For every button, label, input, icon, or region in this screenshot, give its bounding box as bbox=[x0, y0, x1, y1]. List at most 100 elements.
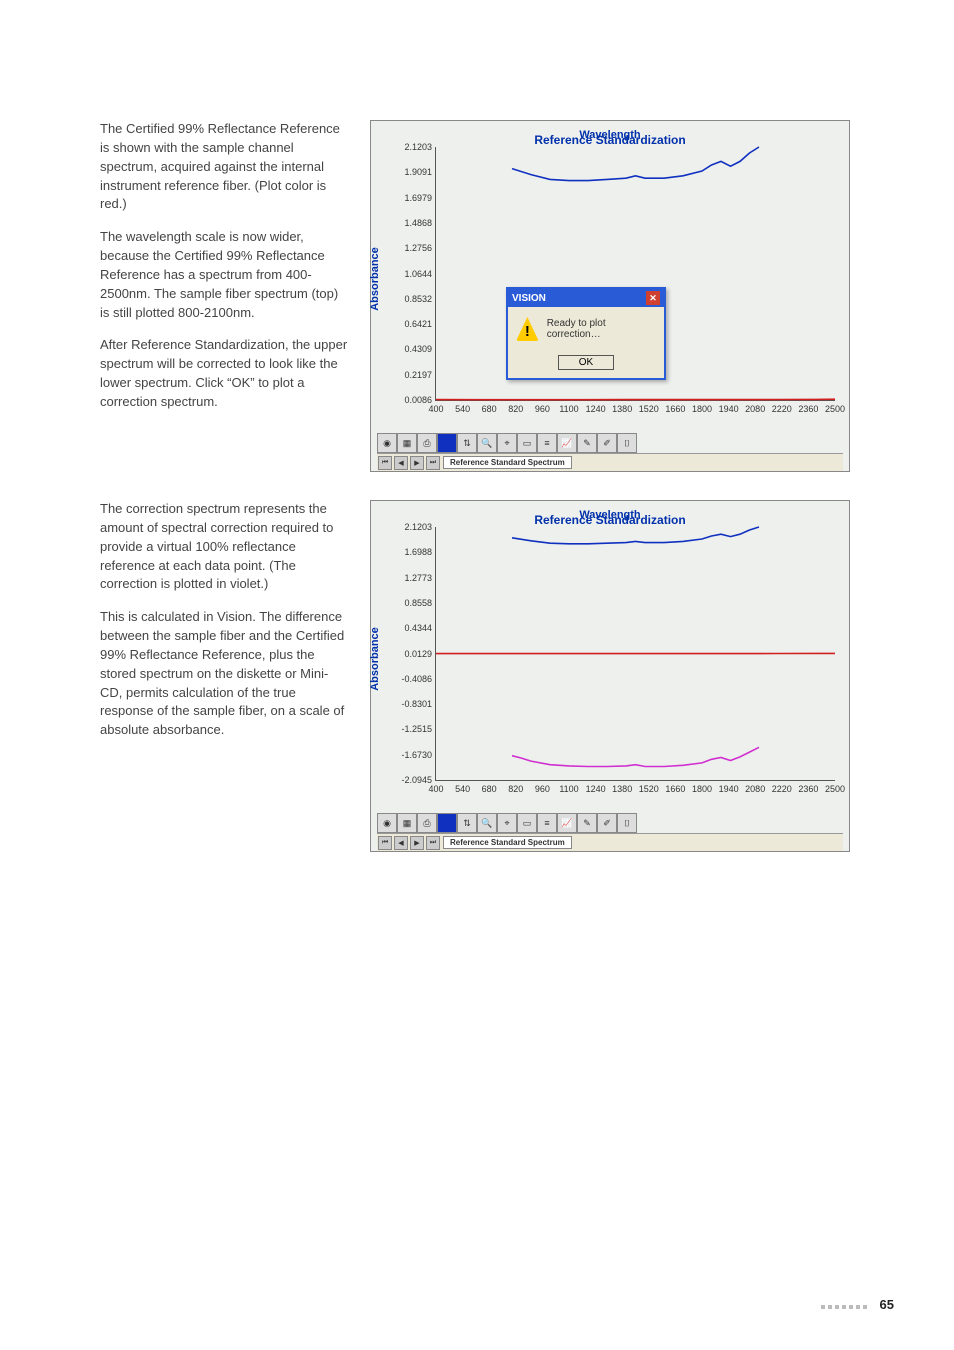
y-tick: 0.8532 bbox=[384, 294, 432, 304]
chart-toolbar: ◉ ▦ ⎙ ⇅ 🔍 ⌖ ▭ ≡ 📈 ✎ ✐ ⌷ bbox=[377, 813, 843, 833]
tab-last-icon[interactable]: ⏭ bbox=[426, 836, 440, 850]
y-tick: 0.4344 bbox=[384, 623, 432, 633]
toolbar-annotate-icon[interactable]: ✐ bbox=[597, 433, 617, 453]
toolbar-list-icon[interactable]: ≡ bbox=[537, 433, 557, 453]
series-correction bbox=[512, 747, 759, 766]
toolbar-grid-icon[interactable]: ▦ bbox=[397, 433, 417, 453]
toolbar-print-icon[interactable]: ⎙ bbox=[417, 813, 437, 833]
toolbar-annotate-icon[interactable]: ✐ bbox=[597, 813, 617, 833]
chart-toolbar: ◉ ▦ ⎙ ⇅ 🔍 ⌖ ▭ ≡ 📈 ✎ ✐ ⌷ bbox=[377, 433, 843, 453]
tab-strip: ⏮ ◀ ▶ ⏭ Reference Standard Spectrum bbox=[377, 833, 843, 851]
toolbar-pointer-icon[interactable]: ⌖ bbox=[497, 813, 517, 833]
x-tick: 1940 bbox=[719, 404, 739, 414]
x-tick: 1100 bbox=[559, 404, 578, 414]
paragraph: This is calculated in Vision. The differ… bbox=[100, 608, 350, 740]
toolbar-eraser-icon[interactable]: ✎ bbox=[577, 813, 597, 833]
x-tick: 1660 bbox=[665, 404, 685, 414]
x-tick: 2220 bbox=[772, 784, 792, 794]
tab-name[interactable]: Reference Standard Spectrum bbox=[443, 836, 572, 849]
x-tick: 2500 bbox=[825, 784, 845, 794]
y-tick: 1.6988 bbox=[384, 547, 432, 557]
x-tick: 960 bbox=[535, 404, 550, 414]
tab-prev-icon[interactable]: ◀ bbox=[394, 456, 408, 470]
paragraph: The correction spectrum represents the a… bbox=[100, 500, 350, 594]
toolbar-stats-icon[interactable]: ⌷ bbox=[617, 813, 637, 833]
x-tick: 2500 bbox=[825, 404, 845, 414]
tab-next-icon[interactable]: ▶ bbox=[410, 456, 424, 470]
x-tick: 960 bbox=[535, 784, 550, 794]
chart-panel-1: Reference Standardization Absorbance VIS… bbox=[370, 120, 850, 472]
toolbar-pointer-icon[interactable]: ⌖ bbox=[497, 433, 517, 453]
x-tick: 1520 bbox=[639, 784, 659, 794]
paragraph: The Certified 99% Reflectance Reference … bbox=[100, 120, 350, 214]
dialog-title-text: VISION bbox=[512, 293, 546, 304]
y-tick: 0.8558 bbox=[384, 598, 432, 608]
x-tick: 2360 bbox=[798, 404, 818, 414]
plot-area: 2.12031.69881.27730.85580.43440.0129-0.4… bbox=[435, 527, 835, 781]
y-tick: -1.2515 bbox=[384, 724, 432, 734]
toolbar-select-icon[interactable]: ▭ bbox=[517, 813, 537, 833]
tab-prev-icon[interactable]: ◀ bbox=[394, 836, 408, 850]
tab-first-icon[interactable]: ⏮ bbox=[378, 456, 392, 470]
toolbar-spectrum-icon[interactable]: ◉ bbox=[377, 433, 397, 453]
page-number: 65 bbox=[880, 1297, 894, 1312]
toolbar-chart-icon[interactable]: 📈 bbox=[557, 813, 577, 833]
x-tick: 540 bbox=[455, 784, 470, 794]
series-sample-fiber bbox=[512, 527, 759, 544]
x-tick: 680 bbox=[482, 784, 497, 794]
page-footer: 65 bbox=[821, 1297, 894, 1312]
y-tick: 0.6421 bbox=[384, 319, 432, 329]
y-tick: 1.2773 bbox=[384, 573, 432, 583]
series-reflectance-reference bbox=[436, 399, 835, 400]
y-tick: 1.2756 bbox=[384, 243, 432, 253]
tab-first-icon[interactable]: ⏮ bbox=[378, 836, 392, 850]
tab-last-icon[interactable]: ⏭ bbox=[426, 456, 440, 470]
tab-next-icon[interactable]: ▶ bbox=[410, 836, 424, 850]
plot-area: VISION ✕ ! Ready to plot correction… OK bbox=[435, 147, 835, 401]
x-tick: 1100 bbox=[559, 784, 578, 794]
toolbar-color-icon[interactable] bbox=[437, 813, 457, 833]
y-tick: 0.4309 bbox=[384, 344, 432, 354]
toolbar-zoom-icon[interactable]: 🔍 bbox=[477, 813, 497, 833]
toolbar-arrows-icon[interactable]: ⇅ bbox=[457, 433, 477, 453]
warning-icon: ! bbox=[516, 317, 539, 341]
x-tick: 2080 bbox=[745, 404, 765, 414]
paragraph: The wavelength scale is now wider, becau… bbox=[100, 228, 350, 322]
y-tick: 2.1203 bbox=[384, 522, 432, 532]
toolbar-spectrum-icon[interactable]: ◉ bbox=[377, 813, 397, 833]
toolbar-grid-icon[interactable]: ▦ bbox=[397, 813, 417, 833]
toolbar-arrows-icon[interactable]: ⇅ bbox=[457, 813, 477, 833]
tab-name[interactable]: Reference Standard Spectrum bbox=[443, 456, 572, 469]
x-tick: 1240 bbox=[586, 784, 606, 794]
x-tick: 400 bbox=[428, 784, 443, 794]
y-tick: 0.2197 bbox=[384, 370, 432, 380]
x-tick: 2360 bbox=[798, 784, 818, 794]
chart-panel-2: Reference Standardization Absorbance 2.1… bbox=[370, 500, 850, 852]
footer-dots-icon bbox=[821, 1298, 870, 1312]
y-tick: 0.0129 bbox=[384, 649, 432, 659]
x-tick: 1660 bbox=[665, 784, 685, 794]
y-tick: 1.0644 bbox=[384, 269, 432, 279]
toolbar-eraser-icon[interactable]: ✎ bbox=[577, 433, 597, 453]
toolbar-list-icon[interactable]: ≡ bbox=[537, 813, 557, 833]
y-tick: -0.4086 bbox=[384, 674, 432, 684]
x-tick: 680 bbox=[482, 404, 497, 414]
text-column-2: The correction spectrum represents the a… bbox=[100, 500, 350, 852]
x-tick: 1940 bbox=[719, 784, 739, 794]
paragraph: After Reference Standardization, the upp… bbox=[100, 336, 350, 411]
toolbar-chart-icon[interactable]: 📈 bbox=[557, 433, 577, 453]
toolbar-color-icon[interactable] bbox=[437, 433, 457, 453]
toolbar-stats-icon[interactable]: ⌷ bbox=[617, 433, 637, 453]
y-tick: -0.8301 bbox=[384, 699, 432, 709]
toolbar-zoom-icon[interactable]: 🔍 bbox=[477, 433, 497, 453]
y-tick: 1.4868 bbox=[384, 218, 432, 228]
dialog-message: Ready to plot correction… bbox=[547, 318, 656, 340]
toolbar-print-icon[interactable]: ⎙ bbox=[417, 433, 437, 453]
x-tick: 2220 bbox=[772, 404, 792, 414]
chart-title: Reference Standardization bbox=[377, 513, 843, 527]
ok-button[interactable]: OK bbox=[558, 355, 614, 370]
toolbar-select-icon[interactable]: ▭ bbox=[517, 433, 537, 453]
close-icon[interactable]: ✕ bbox=[646, 291, 660, 305]
series-sample-fiber bbox=[512, 147, 759, 181]
tab-strip: ⏮ ◀ ▶ ⏭ Reference Standard Spectrum bbox=[377, 453, 843, 471]
